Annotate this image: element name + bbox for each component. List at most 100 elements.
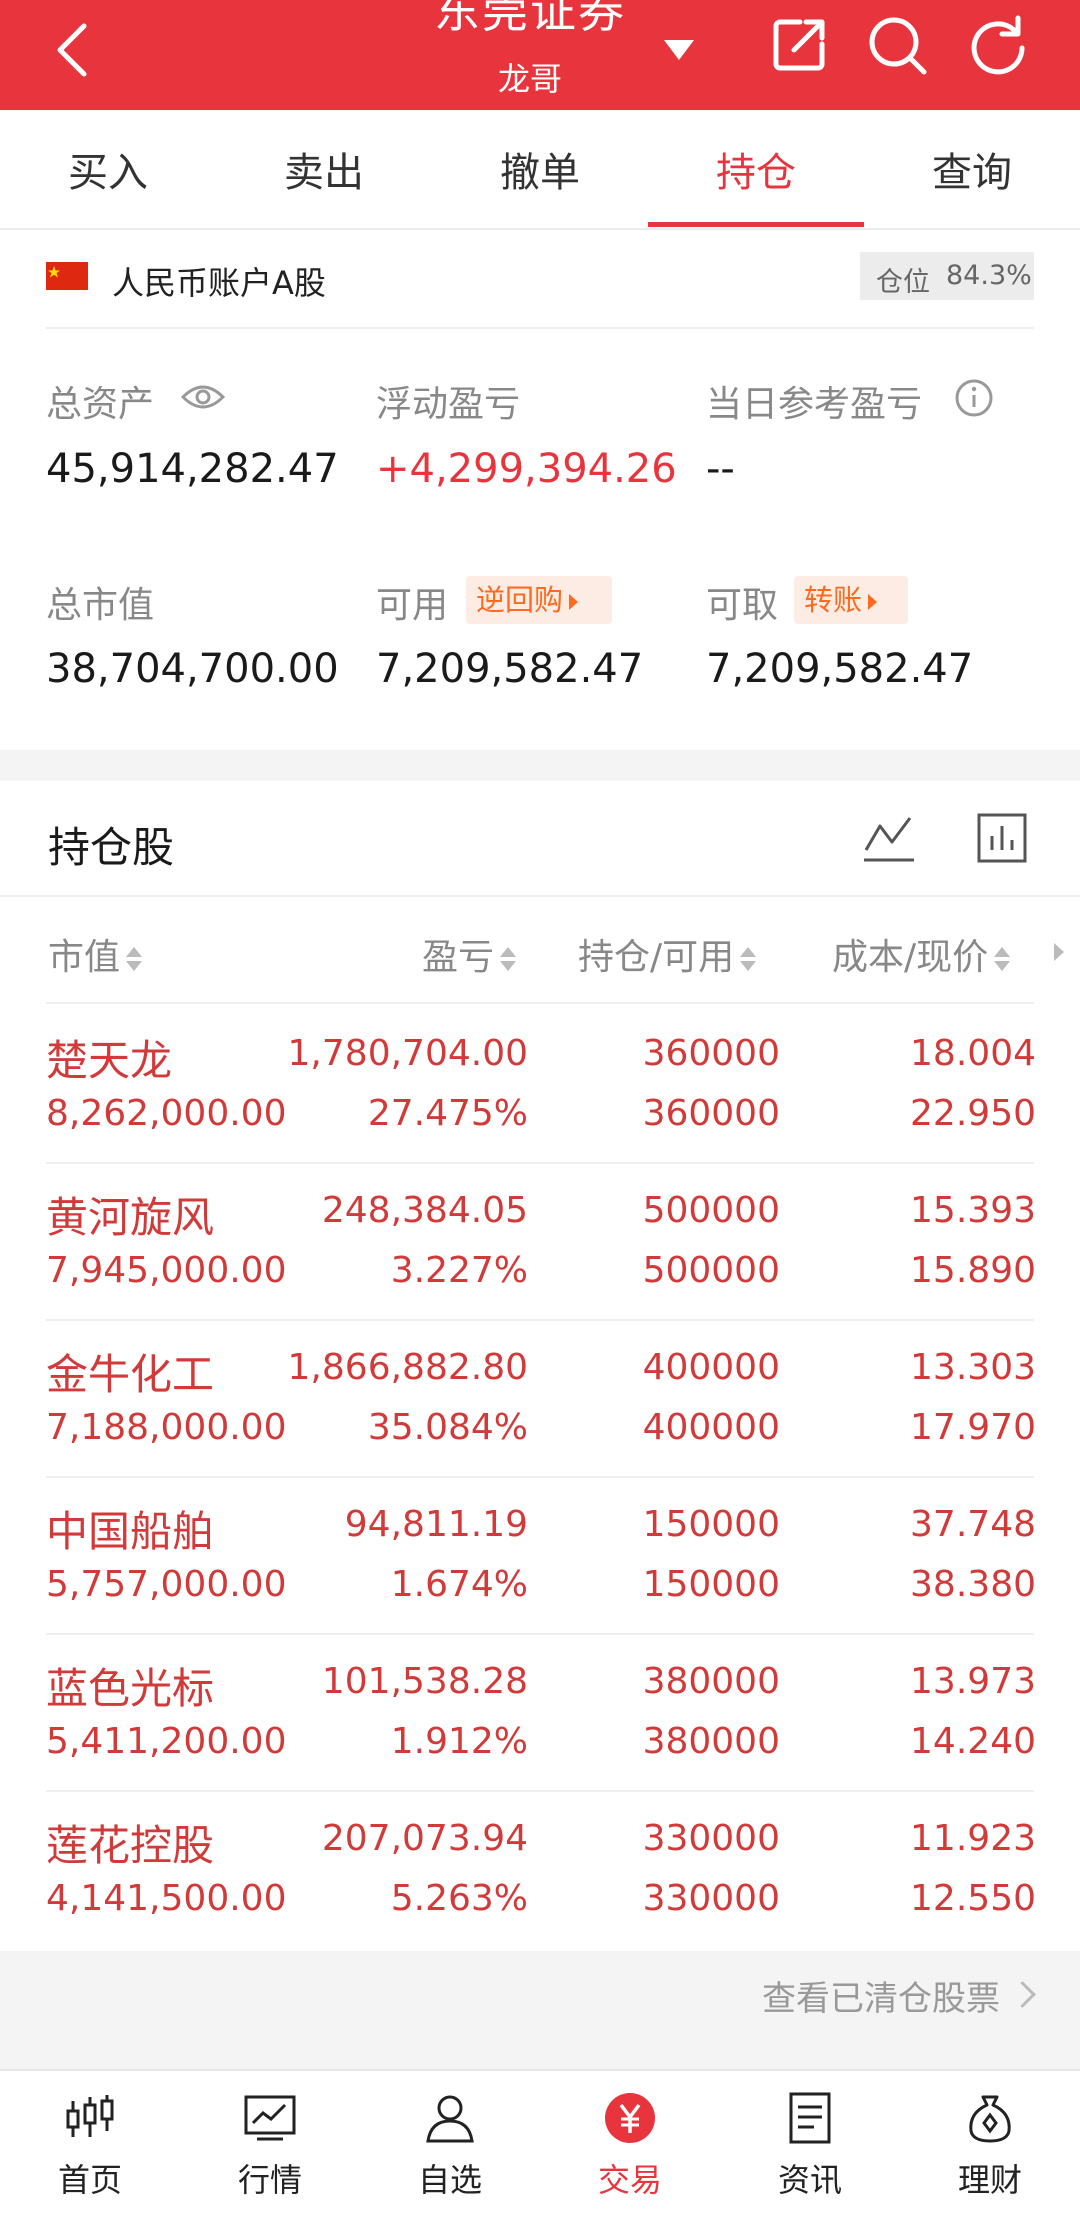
floating-pl-value: +4,299,394.26	[376, 446, 677, 492]
stock-name: 中国船舶	[46, 1507, 215, 1556]
broker-title: 东莞证券	[434, 0, 626, 38]
sort-icon	[126, 944, 143, 974]
eye-icon[interactable]	[180, 380, 226, 414]
nav-watchlist[interactable]: 自选	[360, 2071, 540, 2213]
holdings-title: 持仓股	[48, 823, 175, 872]
market-value: 4,141,500.00	[46, 1878, 287, 1919]
sort-icon	[740, 944, 757, 974]
transfer-button[interactable]: 转账	[794, 576, 908, 624]
nav-trade[interactable]: 交易	[540, 2071, 720, 2213]
china-flag-icon	[46, 262, 88, 290]
account-selector[interactable]: 东莞证券 龙哥	[380, 0, 700, 110]
available-qty: 400000	[642, 1407, 780, 1448]
profit-loss: 101,538.28	[321, 1661, 528, 1702]
market-value-label: 总市值	[46, 585, 155, 626]
available-qty: 380000	[642, 1721, 780, 1762]
profit-loss: 1,780,704.00	[287, 1033, 528, 1074]
column-market-value[interactable]: 市值	[48, 928, 143, 980]
total-assets-value: 45,914,282.47	[46, 446, 339, 492]
floating-pl-label: 浮动盈亏	[376, 384, 521, 425]
daily-pl-value: --	[706, 446, 735, 492]
nav-market[interactable]: 行情	[180, 2071, 360, 2213]
profit-loss-pct: 27.475%	[367, 1093, 528, 1134]
nav-label: 交易	[597, 2161, 662, 2199]
column-profit-loss[interactable]: 盈亏	[422, 928, 517, 980]
bar-chart-icon[interactable]	[976, 812, 1028, 864]
tab-query[interactable]: 查询	[932, 140, 1012, 198]
account-name: 龙哥	[497, 60, 562, 98]
refresh-icon[interactable]	[966, 14, 1030, 78]
sort-icon	[500, 944, 517, 974]
bottom-nav: 首页 行情 自选 交易 资讯 理财	[0, 2069, 1080, 2213]
stock-name: 楚天龙	[46, 1036, 173, 1085]
tab-buy[interactable]: 买入	[68, 140, 148, 198]
withdrawable-label: 可取	[706, 585, 779, 626]
holding-row[interactable]: 楚天龙 8,262,000.00 1,780,704.00 27.475% 36…	[0, 1007, 1080, 1164]
column-cost-price[interactable]: 成本/现价	[832, 928, 1011, 980]
cost-price: 37.748	[910, 1504, 1036, 1545]
stock-name: 蓝色光标	[46, 1664, 215, 1713]
cost-price: 13.303	[910, 1347, 1036, 1388]
available-qty: 360000	[642, 1093, 780, 1134]
divider	[46, 327, 1034, 329]
back-icon[interactable]	[52, 20, 92, 80]
nav-label: 行情	[237, 2161, 302, 2199]
current-price: 12.550	[910, 1878, 1036, 1919]
stock-name: 黄河旋风	[46, 1193, 215, 1242]
column-label: 持仓/可用	[578, 937, 735, 978]
cost-price: 11.923	[910, 1818, 1036, 1859]
holding-row[interactable]: 黄河旋风 7,945,000.00 248,384.05 3.227% 5000…	[0, 1164, 1080, 1321]
column-label: 成本/现价	[832, 937, 989, 978]
tab-positions[interactable]: 持仓	[716, 140, 796, 198]
market-value-value: 38,704,700.00	[46, 646, 339, 692]
search-icon[interactable]	[866, 14, 930, 78]
current-price: 22.950	[910, 1093, 1036, 1134]
available-qty: 500000	[642, 1250, 780, 1291]
reverse-repo-button[interactable]: 逆回购	[466, 576, 612, 624]
profit-loss: 207,073.94	[321, 1818, 528, 1859]
available-label: 可用	[376, 585, 449, 626]
tab-cancel[interactable]: 撤单	[500, 140, 580, 198]
market-value: 7,188,000.00	[46, 1407, 287, 1448]
position-qty: 360000	[642, 1033, 780, 1074]
nav-label: 自选	[417, 2161, 482, 2199]
total-assets-label: 总资产	[46, 384, 155, 425]
holding-row[interactable]: 中国船舶 5,757,000.00 94,811.19 1.674% 15000…	[0, 1478, 1080, 1635]
active-tab-indicator	[648, 222, 864, 227]
position-qty: 150000	[642, 1504, 780, 1545]
triangle-right-icon	[868, 594, 878, 610]
market-value: 5,411,200.00	[46, 1721, 287, 1762]
info-icon[interactable]	[954, 378, 994, 418]
holding-row[interactable]: 金牛化工 7,188,000.00 1,866,882.80 35.084% 4…	[0, 1321, 1080, 1478]
nav-news[interactable]: 资讯	[720, 2071, 900, 2213]
profit-loss-pct: 35.084%	[367, 1407, 528, 1448]
trade-tabs: 买入 卖出 撤单 持仓 查询	[0, 110, 1080, 230]
profit-loss: 94,811.19	[344, 1504, 528, 1545]
column-label: 市值	[48, 937, 121, 978]
nav-home[interactable]: 首页	[0, 2071, 180, 2213]
line-chart-icon[interactable]	[862, 812, 916, 866]
available-qty: 150000	[642, 1564, 780, 1605]
profit-loss-pct: 3.227%	[390, 1250, 528, 1291]
transfer-label: 转账	[804, 583, 863, 617]
sort-icon	[994, 944, 1011, 974]
position-qty: 400000	[642, 1347, 780, 1388]
profit-loss: 1,866,882.80	[287, 1347, 528, 1388]
cost-price: 18.004	[910, 1033, 1036, 1074]
view-cleared-stocks-link[interactable]: 查看已清仓股票	[0, 1951, 1080, 2043]
profit-loss-pct: 1.912%	[390, 1721, 528, 1762]
holding-row[interactable]: 莲花控股 4,141,500.00 207,073.94 5.263% 3300…	[0, 1792, 1080, 1949]
column-position-available[interactable]: 持仓/可用	[578, 928, 757, 980]
nav-label: 理财	[957, 2161, 1022, 2199]
share-icon[interactable]	[770, 14, 830, 74]
available-value: 7,209,582.47	[376, 646, 644, 692]
daily-pl-label: 当日参考盈亏	[706, 384, 923, 425]
scroll-right-icon[interactable]	[1054, 943, 1064, 961]
profit-loss-pct: 5.263%	[390, 1878, 528, 1919]
market-value: 7,945,000.00	[46, 1250, 287, 1291]
cleared-link-label: 查看已清仓股票	[762, 1979, 1000, 2019]
nav-wealth[interactable]: 理财	[900, 2071, 1080, 2213]
stock-name: 金牛化工	[46, 1350, 215, 1399]
tab-sell[interactable]: 卖出	[284, 140, 364, 198]
holding-row[interactable]: 蓝色光标 5,411,200.00 101,538.28 1.912% 3800…	[0, 1635, 1080, 1792]
